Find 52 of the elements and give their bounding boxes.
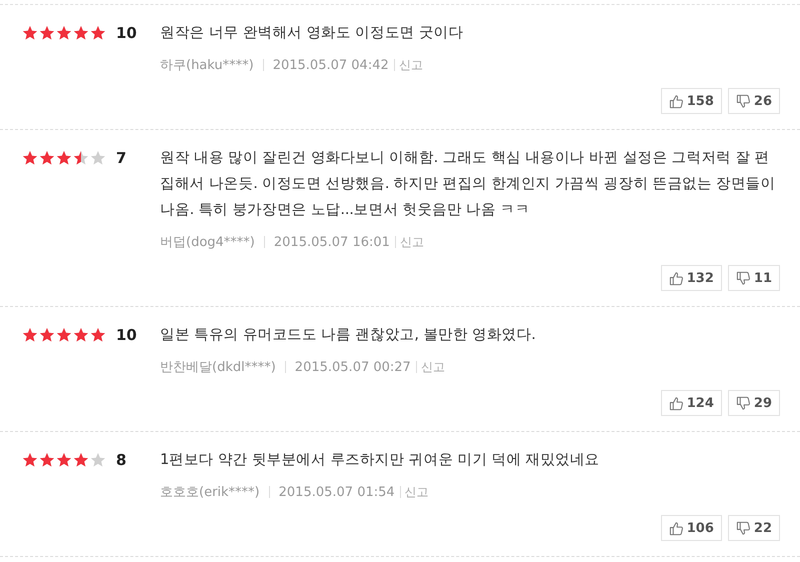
star-icon — [73, 150, 89, 166]
star-icon — [39, 25, 55, 41]
star-icon — [73, 327, 89, 343]
star-icon — [39, 150, 55, 166]
star-icon — [22, 150, 38, 166]
review-text: 일본 특유의 유머코드도 나름 괜찮았고, 볼만한 영화였다. — [160, 326, 537, 345]
review-date: 2015.05.07 00:27 — [294, 360, 411, 374]
review-date: 2015.05.07 04:42 — [272, 58, 389, 72]
review-text: 1편보다 약간 뒷부분에서 루즈하지만 귀여운 미기 덕에 재밌었네요 — [160, 451, 600, 470]
star-icon — [39, 452, 55, 468]
score: 10 — [116, 326, 137, 344]
thumbs-down-icon — [736, 270, 751, 286]
star-icon — [22, 327, 38, 343]
like-button[interactable]: 158 — [660, 88, 722, 114]
like-button[interactable]: 132 — [660, 265, 722, 291]
author-name: 호호호(erik****) — [160, 484, 260, 501]
dislike-button[interactable]: 26 — [728, 88, 780, 114]
dislike-button[interactable]: 29 — [728, 390, 780, 416]
star-icon — [22, 25, 38, 41]
thumbs-down-icon — [736, 520, 751, 536]
like-button[interactable]: 124 — [660, 390, 722, 416]
thumbs-down-icon — [736, 396, 751, 410]
star-icon — [90, 150, 106, 166]
review-text: 원작 내용 많이 잘린건 영화다보니 이해함. 그래도 핵심 내용이나 바뀐 설정은 그럭저럭 잘 편집해서 나온듯. 이정도면 선방했음. 하지만 편집의 한계인지 가끔씩 굉장히 뜬금없는 장면들이 나옴. 특히 붕가장면은 노답...보면서 헛웃음만 나옴 ㅋㅋ — [160, 149, 776, 220]
like-button[interactable]: 106 — [660, 515, 722, 541]
dislike-button[interactable]: 22 — [728, 515, 780, 541]
star-icon — [56, 150, 72, 166]
thumbs-up-icon — [668, 396, 684, 410]
thumbs-up-icon — [668, 94, 684, 108]
author-name: 버덥(dog4****) — [160, 234, 255, 251]
star-icon — [90, 25, 106, 41]
score: 7 — [116, 149, 126, 167]
dislike-button[interactable]: 11 — [728, 265, 780, 291]
star-icon — [56, 25, 72, 41]
star-icon — [56, 327, 72, 343]
review-text: 원작은 너무 완벽해서 영화도 이정도면 굿이다 — [160, 24, 464, 43]
score: 10 — [116, 24, 137, 42]
author-name: 하쿠(haku****) — [160, 57, 254, 74]
star-icon — [56, 452, 72, 468]
author-name: 반찬베달(dkdl****) — [160, 359, 276, 376]
star-icon — [22, 452, 38, 468]
thumbs-up-icon — [668, 270, 684, 286]
star-icon — [90, 327, 106, 343]
star-icon — [39, 327, 55, 343]
star-icon — [73, 452, 89, 468]
star-icon — [90, 452, 106, 468]
review-date: 2015.05.07 01:54 — [278, 484, 395, 500]
score: 8 — [116, 451, 126, 469]
thumbs-up-icon — [668, 520, 684, 536]
review-date: 2015.05.07 16:01 — [274, 234, 390, 250]
thumbs-down-icon — [736, 94, 751, 108]
star-icon — [73, 25, 89, 41]
